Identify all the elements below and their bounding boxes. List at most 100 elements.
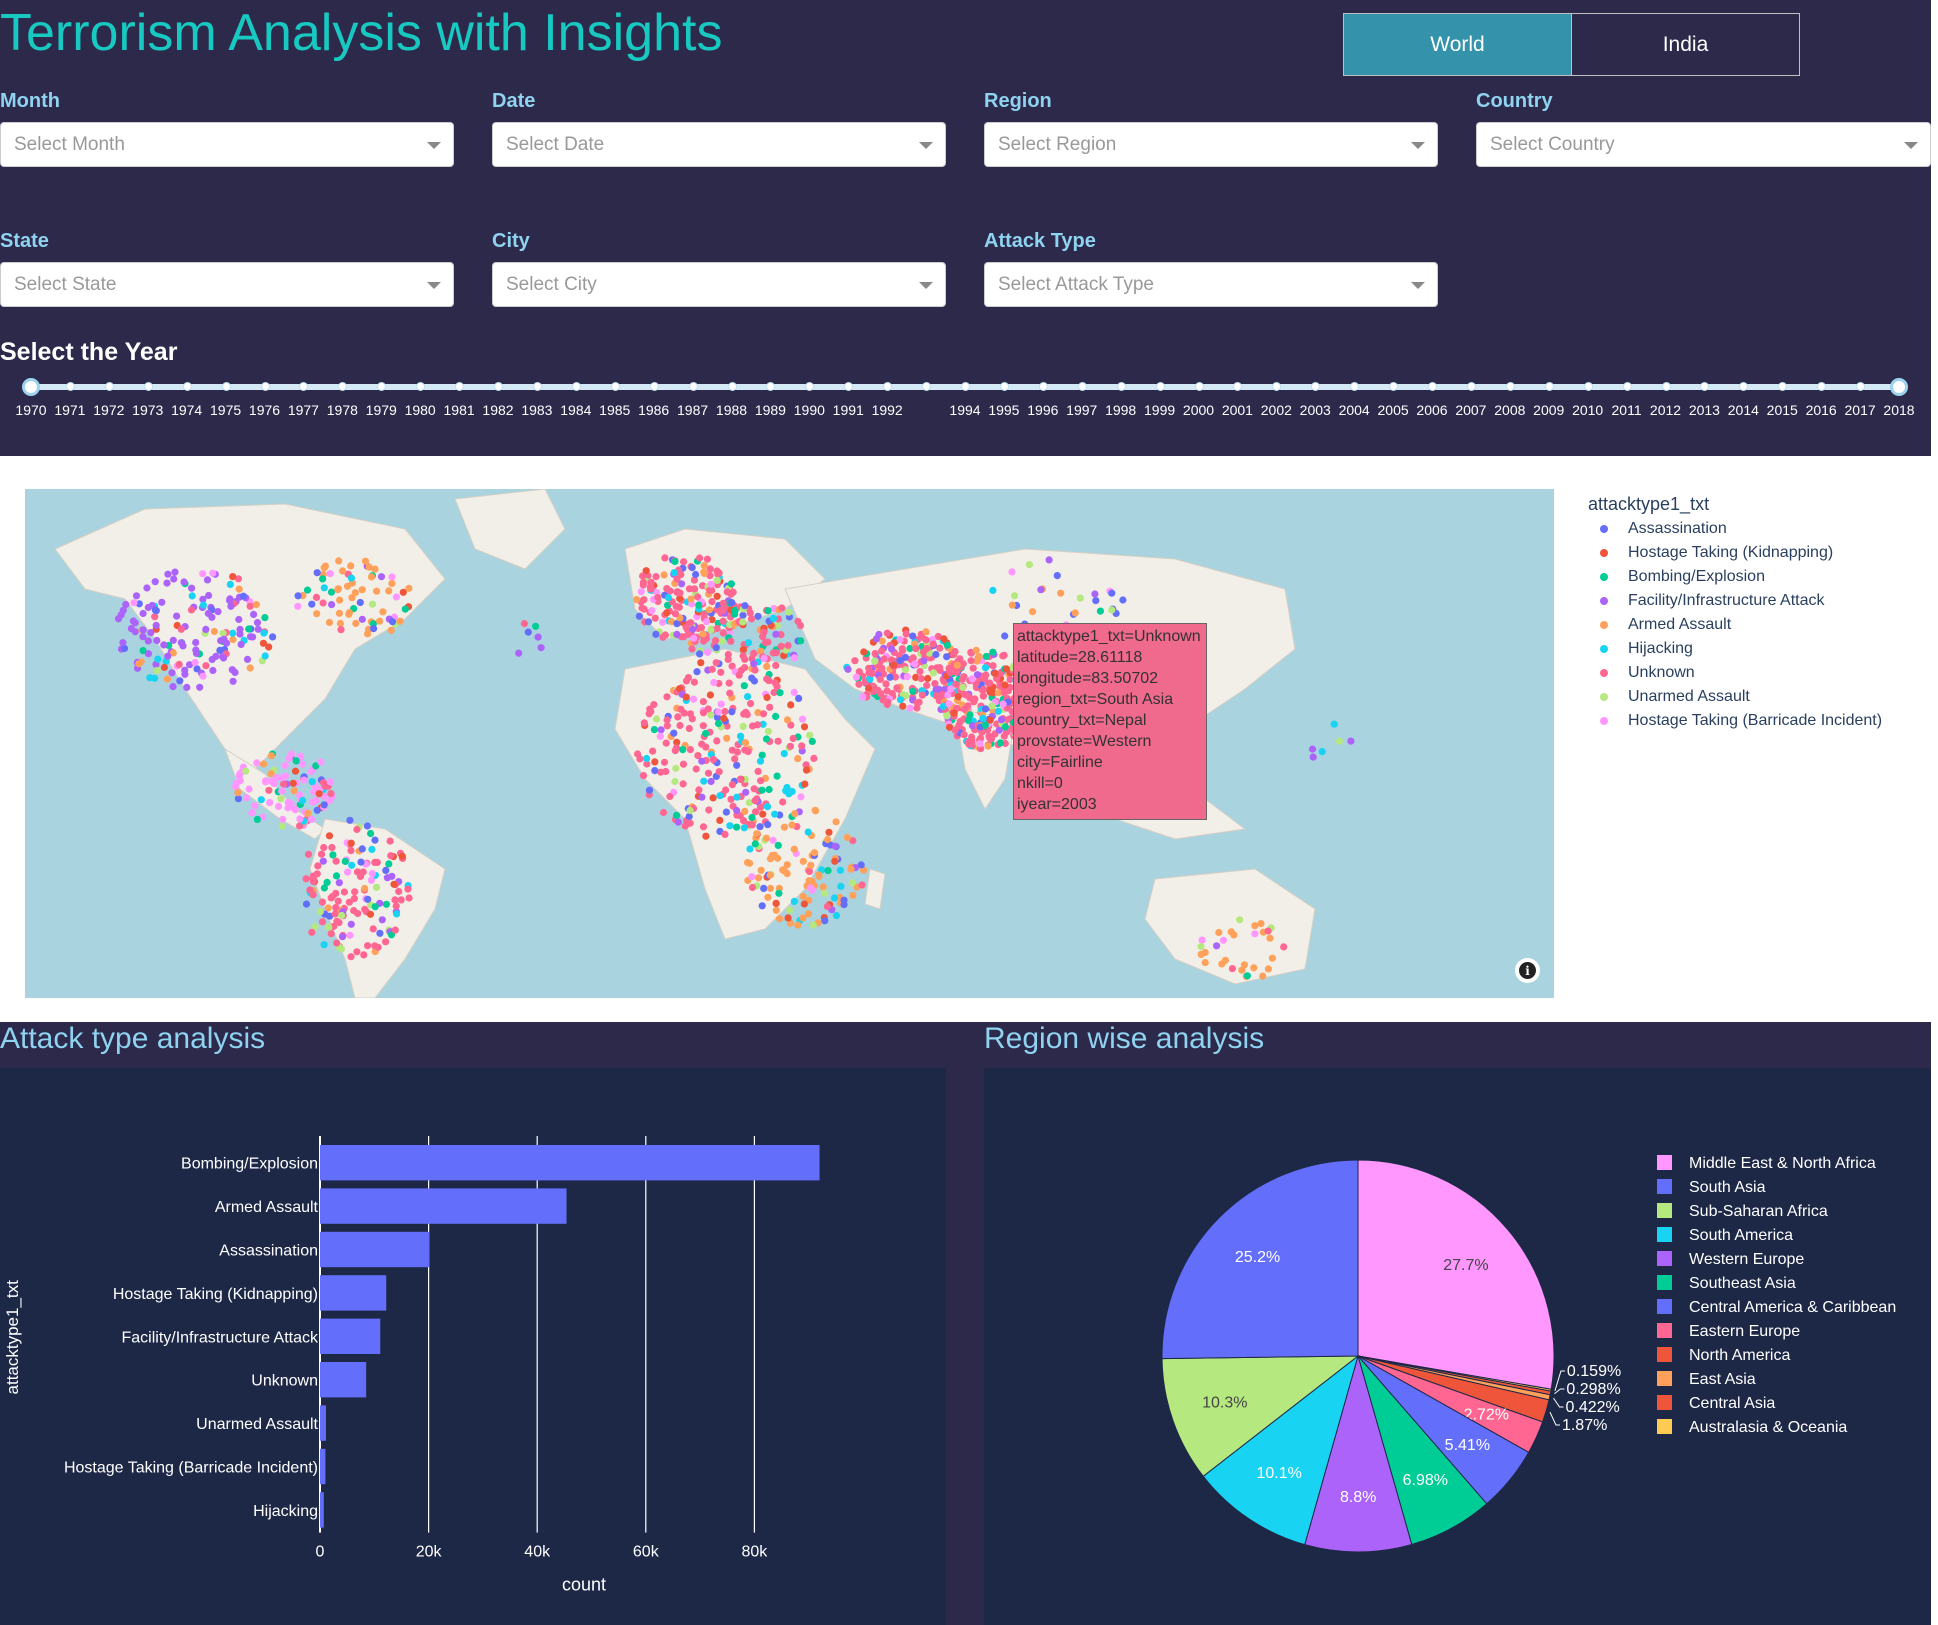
incident-marker[interactable] — [765, 785, 773, 794]
incident-marker[interactable] — [890, 661, 898, 669]
incident-marker[interactable] — [896, 696, 905, 704]
incident-marker[interactable] — [723, 734, 731, 742]
incident-marker[interactable] — [345, 898, 353, 906]
incident-marker[interactable] — [654, 593, 662, 602]
incident-marker[interactable] — [742, 788, 750, 796]
incident-marker[interactable] — [785, 608, 793, 616]
incident-marker[interactable] — [700, 637, 708, 645]
incident-marker[interactable] — [688, 645, 696, 653]
map-legend-item[interactable]: Assassination — [1600, 520, 1727, 538]
incident-marker[interactable] — [779, 866, 787, 874]
incident-marker[interactable] — [951, 648, 959, 656]
incident-marker[interactable] — [943, 653, 951, 661]
pie-legend-swatch[interactable] — [1657, 1371, 1672, 1386]
incident-marker[interactable] — [798, 742, 806, 750]
incident-marker[interactable] — [740, 824, 748, 832]
incident-marker[interactable] — [1001, 723, 1009, 731]
incident-marker[interactable] — [832, 818, 840, 826]
incident-marker[interactable] — [327, 790, 335, 798]
incident-marker[interactable] — [681, 822, 689, 830]
incident-marker[interactable] — [707, 580, 715, 588]
incident-marker[interactable] — [790, 897, 798, 905]
incident-marker[interactable] — [794, 921, 802, 929]
incident-marker[interactable] — [960, 673, 968, 681]
incident-marker[interactable] — [844, 665, 852, 673]
incident-marker[interactable] — [640, 719, 648, 727]
incident-marker[interactable] — [347, 562, 355, 570]
incident-marker[interactable] — [153, 667, 161, 675]
incident-marker[interactable] — [688, 564, 696, 572]
incident-marker[interactable] — [702, 832, 710, 840]
incident-marker[interactable] — [1198, 936, 1206, 944]
incident-marker[interactable] — [650, 701, 658, 709]
incident-marker[interactable] — [999, 652, 1007, 660]
incident-marker[interactable] — [671, 777, 679, 786]
incident-marker[interactable] — [308, 600, 316, 608]
incident-marker[interactable] — [1000, 689, 1008, 697]
incident-marker[interactable] — [147, 629, 155, 637]
incident-marker[interactable] — [652, 715, 661, 723]
incident-marker[interactable] — [357, 858, 365, 866]
incident-marker[interactable] — [515, 649, 523, 657]
incident-marker[interactable] — [721, 830, 729, 838]
incident-marker[interactable] — [666, 792, 674, 801]
incident-marker[interactable] — [695, 786, 703, 794]
incident-marker[interactable] — [836, 866, 845, 874]
bar[interactable] — [320, 1318, 381, 1354]
incident-marker[interactable] — [1250, 964, 1258, 972]
incident-marker[interactable] — [326, 778, 334, 786]
incident-marker[interactable] — [690, 695, 698, 703]
incident-marker[interactable] — [936, 644, 944, 652]
incident-marker[interactable] — [756, 757, 765, 765]
incident-marker[interactable] — [636, 755, 644, 763]
incident-marker[interactable] — [260, 629, 268, 637]
incident-marker[interactable] — [758, 902, 766, 910]
incident-marker[interactable] — [931, 680, 939, 688]
incident-marker[interactable] — [312, 593, 321, 601]
incident-marker[interactable] — [320, 884, 328, 892]
incident-marker[interactable] — [139, 626, 147, 634]
incident-marker[interactable] — [831, 857, 839, 865]
incident-marker[interactable] — [346, 816, 354, 824]
incident-marker[interactable] — [710, 678, 718, 687]
pie-legend-swatch[interactable] — [1657, 1251, 1672, 1266]
incident-marker[interactable] — [809, 921, 818, 929]
incident-marker[interactable] — [766, 703, 774, 711]
map-canvas[interactable] — [25, 489, 1554, 998]
incident-marker[interactable] — [663, 722, 671, 730]
incident-marker[interactable] — [245, 625, 253, 633]
incident-marker[interactable] — [317, 850, 326, 858]
incident-marker[interactable] — [748, 674, 756, 682]
incident-marker[interactable] — [771, 679, 779, 687]
incident-marker[interactable] — [265, 786, 273, 794]
incident-marker[interactable] — [886, 673, 894, 681]
incident-marker[interactable] — [872, 635, 881, 643]
incident-marker[interactable] — [370, 625, 378, 633]
incident-marker[interactable] — [358, 615, 366, 623]
incident-marker[interactable] — [199, 601, 207, 609]
incident-marker[interactable] — [672, 744, 681, 752]
incident-marker[interactable] — [1219, 936, 1227, 944]
map-legend-item[interactable]: Bombing/Explosion — [1600, 568, 1765, 586]
incident-marker[interactable] — [972, 646, 980, 654]
incident-marker[interactable] — [139, 609, 147, 618]
incident-marker[interactable] — [235, 615, 243, 624]
incident-marker[interactable] — [996, 739, 1005, 747]
incident-marker[interactable] — [771, 810, 779, 818]
incident-marker[interactable] — [651, 614, 659, 622]
incident-marker[interactable] — [744, 639, 753, 647]
incident-marker[interactable] — [877, 690, 885, 698]
incident-marker[interactable] — [702, 729, 710, 738]
pie-legend-swatch[interactable] — [1657, 1203, 1672, 1218]
incident-marker[interactable] — [823, 902, 832, 911]
incident-marker[interactable] — [347, 574, 355, 582]
incident-marker[interactable] — [929, 669, 938, 677]
incident-marker[interactable] — [763, 662, 771, 670]
incident-marker[interactable] — [692, 570, 700, 579]
incident-marker[interactable] — [280, 780, 288, 788]
incident-marker[interactable] — [405, 894, 413, 902]
incident-marker[interactable] — [180, 578, 188, 586]
incident-marker[interactable] — [805, 867, 814, 875]
incident-marker[interactable] — [171, 568, 179, 576]
incident-marker[interactable] — [328, 843, 336, 852]
